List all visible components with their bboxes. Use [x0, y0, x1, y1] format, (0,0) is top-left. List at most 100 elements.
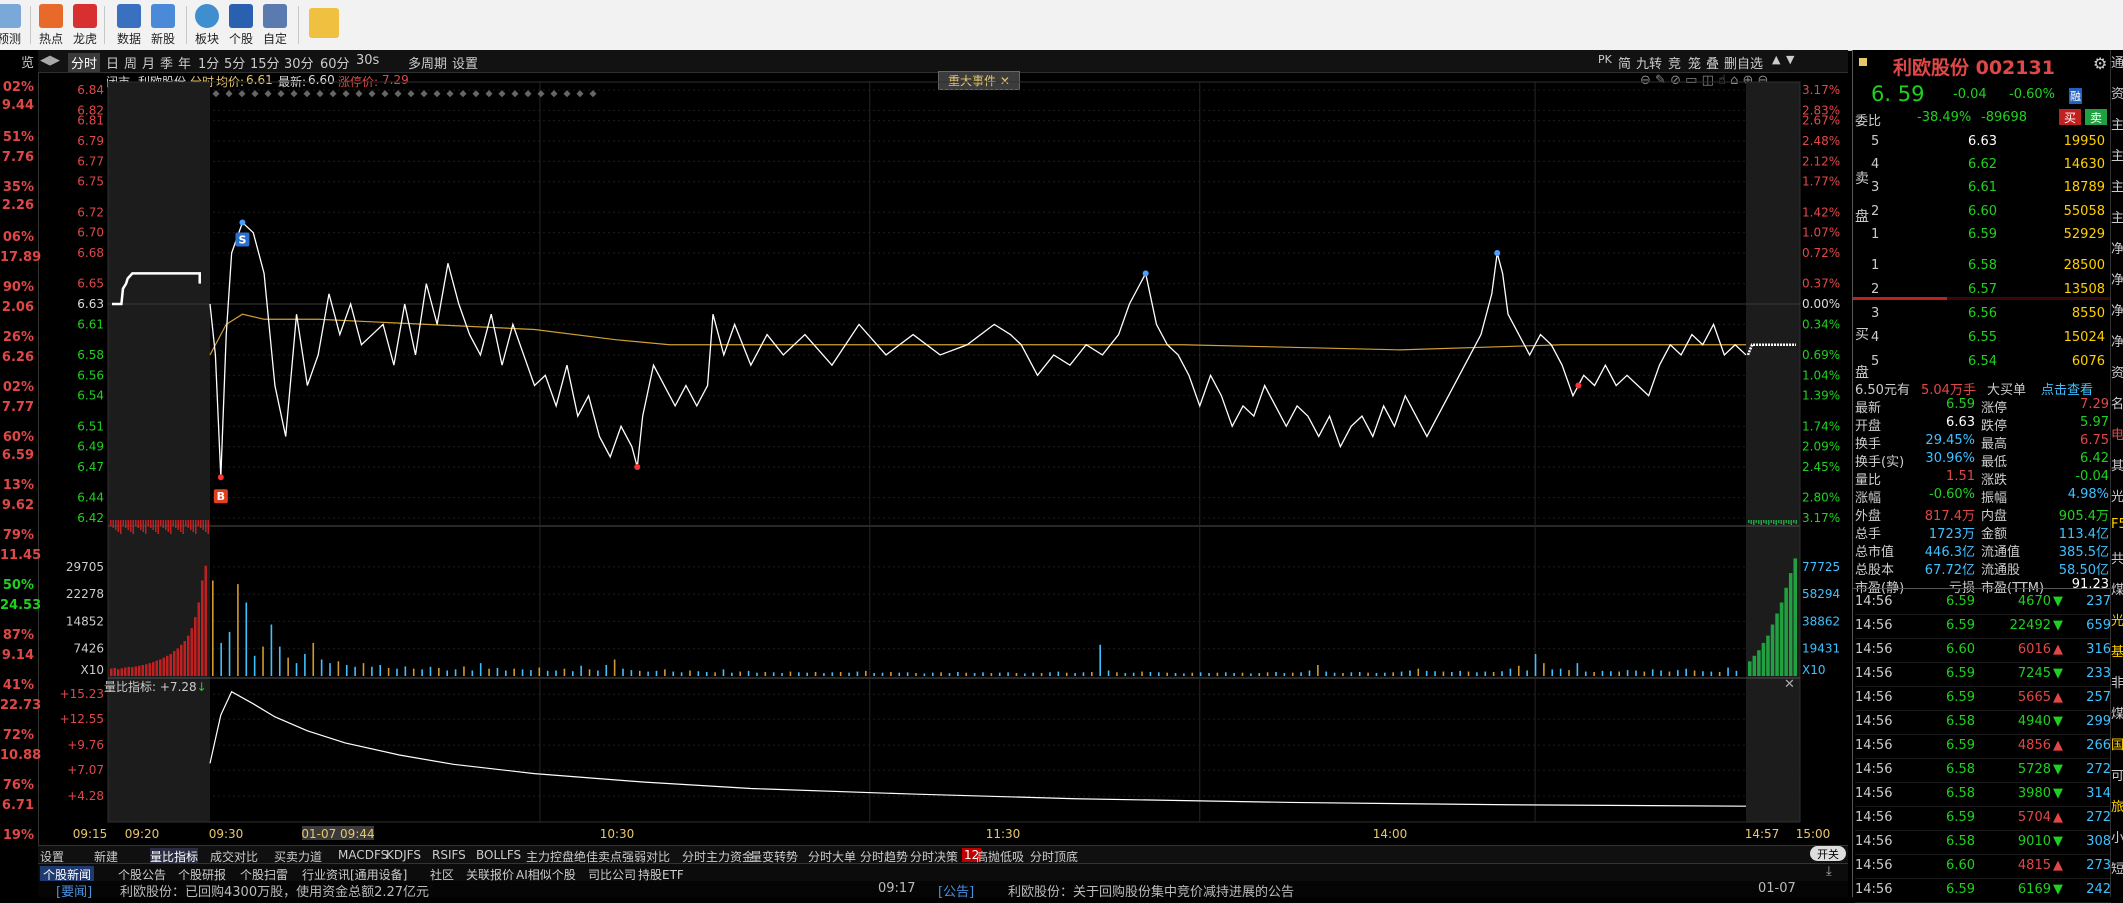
side-nav-item[interactable]: 其	[2111, 455, 2123, 474]
orderbook-row[interactable]: 4 6.55 15024	[1853, 327, 2111, 349]
volume-bar	[1032, 672, 1035, 676]
imbalance-bar	[172, 520, 174, 526]
side-nav-item[interactable]: 主	[2111, 176, 2123, 195]
volume-bar	[580, 665, 582, 676]
side-nav-item[interactable]: 煤	[2111, 579, 2123, 598]
side-nav-item[interactable]: 光	[2111, 486, 2123, 505]
orderbook-row[interactable]: 4 6.62 14630	[1853, 154, 2111, 176]
side-nav-item[interactable]: 资	[2111, 362, 2123, 381]
volume-bar	[1484, 671, 1487, 676]
imbalance-bar	[1783, 520, 1785, 525]
indicator-close-icon[interactable]: ✕	[1784, 677, 1795, 692]
side-nav-item[interactable]: F5	[2111, 517, 2123, 532]
side-nav-item[interactable]: 短	[2111, 858, 2123, 877]
arrow-up-icon: ▲	[2053, 642, 2063, 657]
announcement-time: 01-07	[1758, 881, 1796, 896]
side-nav-item[interactable]: 电	[2111, 424, 2123, 443]
watch-star-icon[interactable]	[1859, 58, 1867, 66]
side-nav-item[interactable]: 名	[2111, 393, 2123, 412]
orderbook-row[interactable]: 3 6.61 18789	[1853, 177, 2111, 199]
side-nav-item[interactable]: 小	[2111, 827, 2123, 846]
stat-row: 最新 6.59 涨停 7.29	[1855, 396, 2109, 416]
volume-bar	[1660, 670, 1662, 676]
volume-bar	[496, 667, 499, 676]
gear-icon[interactable]: ⚙	[2093, 54, 2107, 73]
news-headline[interactable]: 利欧股份：已回购4300万股，使用资金总额2.27亿元	[120, 881, 429, 900]
orderbook-row[interactable]: 2 6.60 55058	[1853, 201, 2111, 223]
post-volume-bar	[1784, 587, 1788, 676]
orderbook-row[interactable]: 3 6.56 8550	[1853, 303, 2111, 325]
event-marker-dot	[511, 90, 519, 98]
side-nav-item[interactable]: 净	[2111, 238, 2123, 257]
volume-bar	[923, 673, 926, 676]
event-marker-dot	[368, 90, 376, 98]
side-nav-item[interactable]: 主	[2111, 207, 2123, 226]
indicator-tab[interactable]: BOLLFS	[476, 848, 521, 862]
orderbook-row[interactable]: 1 6.58 28500	[1853, 255, 2111, 277]
auction-volume-bar	[117, 669, 120, 676]
orderbook-row[interactable]: 1 6.59 52929	[1853, 224, 2111, 246]
side-nav-item[interactable]: 旅	[2111, 796, 2123, 815]
side-nav-item[interactable]: 主	[2111, 145, 2123, 164]
post-volume-bar	[1770, 624, 1775, 676]
side-nav-item[interactable]: 共	[2111, 548, 2123, 567]
pct-tick-label: 0.72%	[1802, 246, 1840, 260]
side-nav-item[interactable]: 国	[2111, 734, 2123, 753]
volume-tick-label-right: 58294	[1802, 587, 1840, 601]
buy-button[interactable]: 买	[2059, 109, 2081, 125]
volume-bar	[1266, 672, 1269, 676]
event-marker-dot	[498, 90, 506, 98]
indicator-line	[209, 690, 1747, 807]
tick-volume: 4670	[2017, 594, 2051, 609]
event-marker-dot	[329, 90, 337, 98]
imbalance-bar	[197, 520, 199, 526]
indicator-toggle[interactable]: 开关	[1810, 846, 1846, 861]
side-nav-item[interactable]: 通	[2111, 52, 2123, 71]
orderbook-row[interactable]: 5 6.54 6076	[1853, 351, 2111, 373]
volume-bar	[1459, 670, 1461, 676]
tick-row: 14:56 6.59 4670 ▼ 237	[1855, 590, 2111, 615]
volume-bar	[1718, 671, 1721, 676]
orderbook-row[interactable]: 5 6.63 19950	[1853, 131, 2111, 153]
volume-tick-label: 22278	[66, 587, 104, 601]
indicator-tab[interactable]: MACDFS	[338, 848, 388, 862]
side-nav-item[interactable]: 基	[2111, 641, 2123, 660]
side-nav-item[interactable]: 净	[2111, 331, 2123, 350]
side-nav-item[interactable]: 资	[2111, 83, 2123, 102]
indicator-tab[interactable]: KDJFS	[386, 848, 421, 862]
indicator-tick-label: +7.07	[67, 763, 104, 777]
side-nav-item[interactable]: 净	[2111, 269, 2123, 288]
sell-button[interactable]: 卖	[2085, 109, 2107, 125]
volume-tick-label-right: 19431	[1802, 642, 1840, 656]
download-icon[interactable]: ⤓	[1826, 864, 1832, 879]
event-marker-dot	[524, 90, 532, 98]
imbalance-bar	[205, 520, 207, 532]
tick-time: 14:56	[1855, 810, 1893, 825]
volume-bar	[747, 670, 750, 676]
announcement-headline[interactable]: 利欧股份：关于回购股份集中竞价减持进展的公告	[1008, 881, 1294, 900]
tick-price: 6.59	[1946, 594, 1975, 609]
volume-bar	[998, 672, 1001, 676]
level-volume: 52929	[2063, 227, 2105, 242]
level-price: 6.59	[1968, 227, 1997, 242]
volume-bar	[798, 672, 800, 676]
volume-bar	[789, 671, 792, 676]
side-nav-item[interactable]: 光	[2111, 610, 2123, 629]
imbalance-bar	[125, 520, 127, 528]
auction-volume-bar	[183, 641, 186, 676]
side-nav-item[interactable]: 净	[2111, 300, 2123, 319]
side-nav-item[interactable]: 煤	[2111, 703, 2123, 722]
stat-value: -0.60%	[1929, 487, 1975, 502]
level-price: 6.60	[1968, 204, 1997, 219]
post-volume-bar	[1748, 661, 1752, 676]
extreme-point-dot	[1494, 250, 1501, 257]
tick-count: 316	[2086, 642, 2111, 657]
tick-count: 299	[2086, 714, 2111, 729]
side-nav-item[interactable]: 可	[2111, 765, 2123, 784]
side-nav-item[interactable]: 非	[2111, 672, 2123, 691]
side-nav-item[interactable]: 主	[2111, 114, 2123, 133]
indicator-tab[interactable]: RSIFS	[432, 848, 466, 862]
volume-bar	[1074, 673, 1076, 676]
arrow-down-icon: ▼	[2053, 882, 2063, 897]
volume-bar	[1300, 672, 1302, 676]
